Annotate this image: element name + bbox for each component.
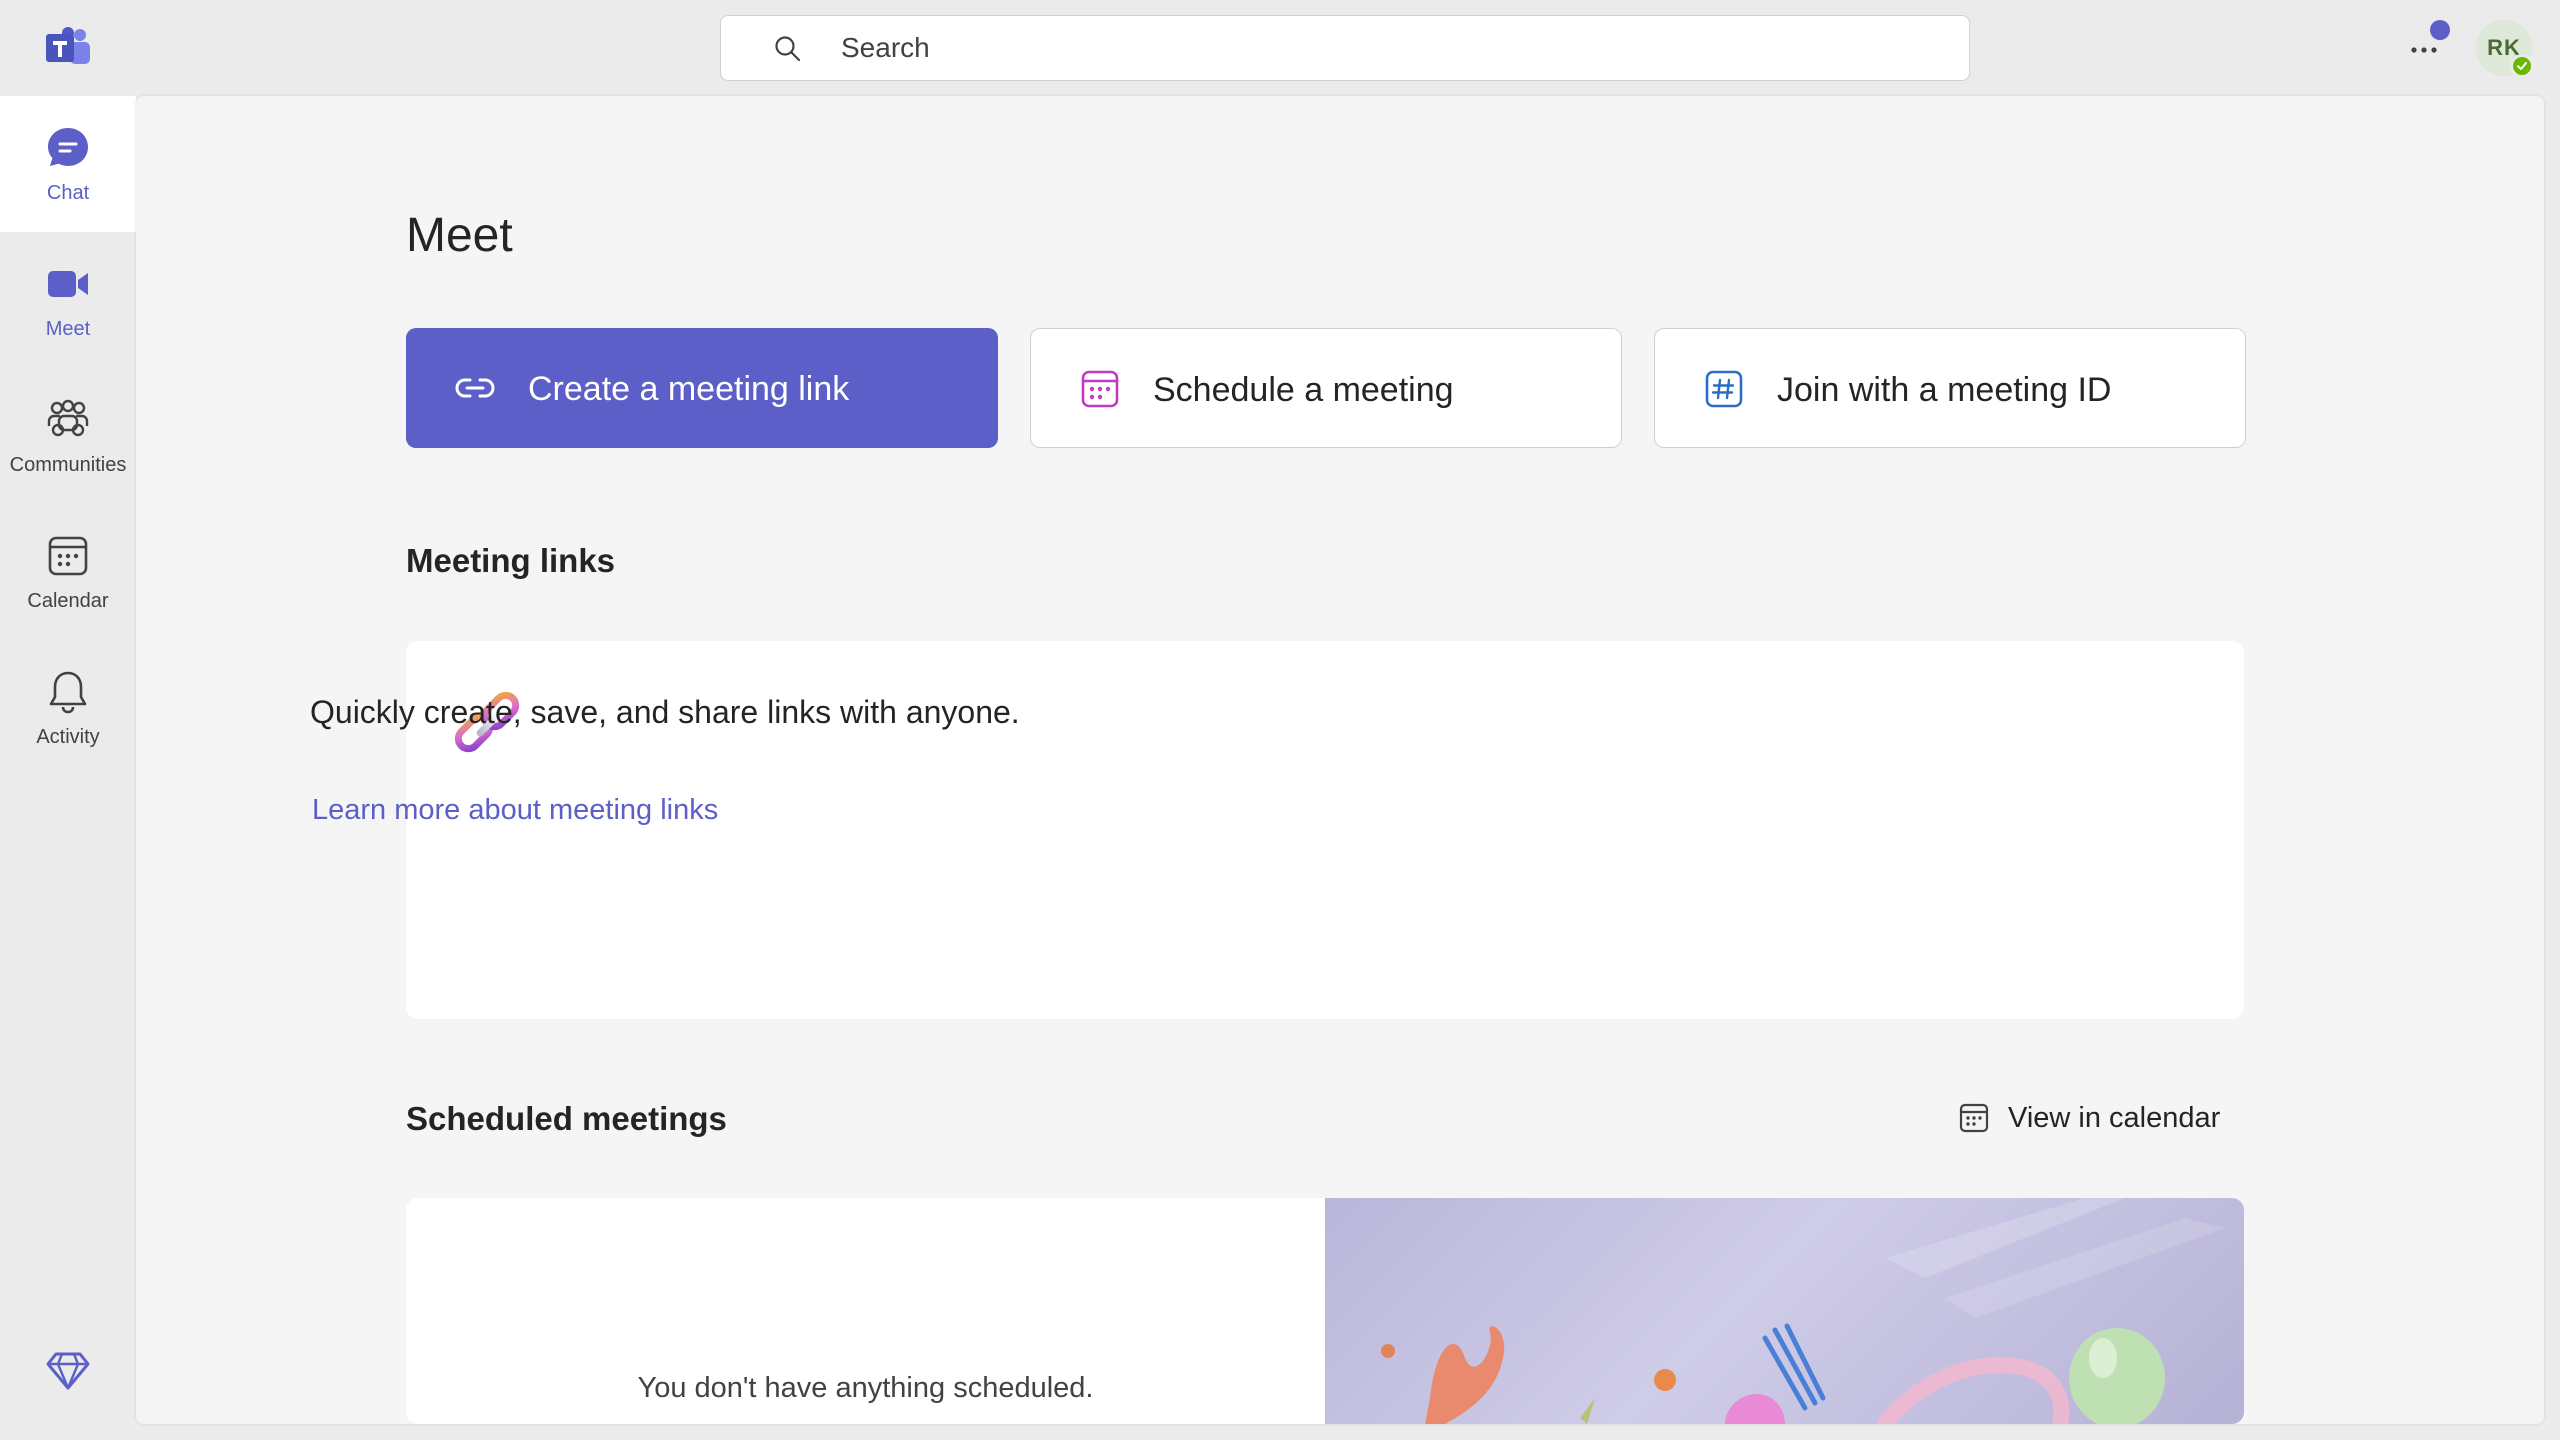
join-with-meeting-id-button[interactable]: Join with a meeting ID (1654, 328, 2246, 448)
left-rail: Chat Meet Communities Calendar Activity (0, 96, 136, 1440)
create-meeting-link-button[interactable]: Create a meeting link (406, 328, 998, 448)
action-label: Schedule a meeting (1153, 371, 1454, 409)
link-icon (455, 378, 495, 398)
calendar-icon (1081, 370, 1119, 408)
party-decorations-icon (1381, 1198, 2225, 1424)
schedule-meeting-button[interactable]: Schedule a meeting (1030, 328, 1622, 448)
celebration-illustration (1325, 1198, 2244, 1424)
action-label: Create a meeting link (528, 370, 850, 408)
hashtag-icon (1705, 370, 1743, 408)
search-icon (775, 36, 801, 62)
rail-item-label: Activity (36, 725, 100, 748)
rail-item-label: Communities (9, 453, 127, 476)
page-title: Meet (406, 209, 513, 262)
no-meetings-message: You don't have anything scheduled. (637, 1372, 1094, 1404)
bell-icon (49, 671, 87, 713)
notification-dot (2430, 20, 2450, 40)
action-label: Join with a meeting ID (1777, 371, 2112, 409)
chat-icon (48, 127, 88, 166)
video-camera-icon (48, 270, 88, 297)
learn-more-meeting-links-link[interactable]: Learn more about meeting links (312, 794, 718, 827)
calendar-icon (1959, 1103, 1989, 1133)
diamond-icon[interactable] (44, 1346, 92, 1394)
view-in-calendar-button[interactable]: View in calendar (1958, 1094, 2220, 1142)
presence-available-icon (2510, 54, 2534, 78)
rail-item-chat[interactable]: Chat (0, 96, 136, 232)
teams-logo-icon[interactable] (44, 26, 92, 70)
communities-icon (47, 399, 89, 436)
rail-item-calendar[interactable]: Calendar (0, 504, 136, 640)
rail-item-label: Calendar (27, 589, 109, 612)
calendar-icon (48, 536, 88, 575)
rail-item-label: Meet (45, 317, 91, 340)
rail-item-activity[interactable]: Activity (0, 640, 136, 776)
scheduled-meetings-heading: Scheduled meetings (406, 1100, 727, 1137)
view-in-calendar-label: View in calendar (2008, 1101, 2221, 1134)
meeting-links-heading: Meeting links (406, 542, 616, 579)
rail-item-label: Chat (46, 181, 90, 204)
search-bar[interactable] (720, 15, 1970, 81)
meeting-links-description: Quickly create, save, and share links wi… (310, 694, 1020, 730)
rail-item-communities[interactable]: Communities (0, 368, 136, 504)
scheduled-meetings-card: You don't have anything scheduled. (406, 1198, 2244, 1424)
rail-item-meet[interactable]: Meet (0, 232, 136, 368)
search-input[interactable] (841, 26, 1941, 70)
top-bar: RK (0, 0, 2560, 96)
